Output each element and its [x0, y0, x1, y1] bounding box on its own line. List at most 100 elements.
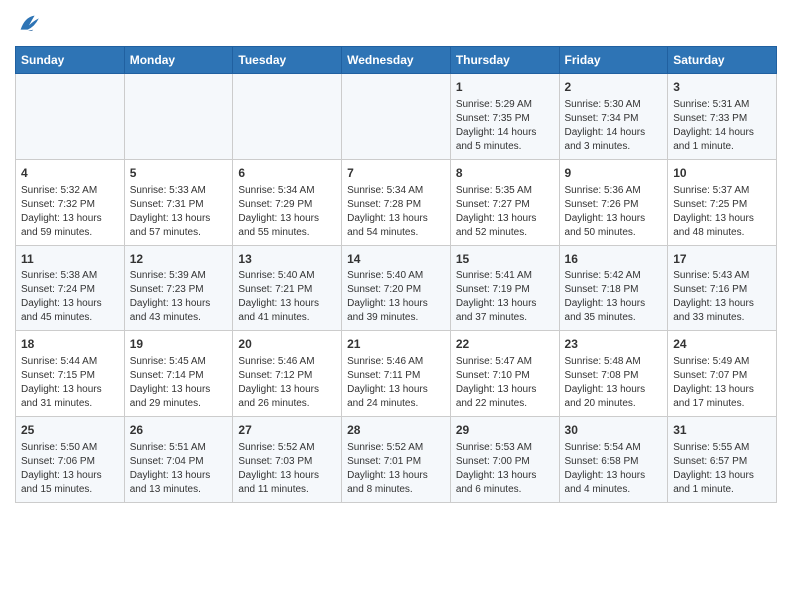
day-info-text: Sunset: 7:29 PM: [238, 198, 336, 212]
day-info-text: Sunset: 7:18 PM: [565, 283, 663, 297]
day-info-text: and 17 minutes.: [673, 397, 771, 411]
day-info-text: Daylight: 13 hours: [565, 212, 663, 226]
day-info-text: Sunset: 7:35 PM: [456, 112, 554, 126]
day-info-text: Sunset: 7:28 PM: [347, 198, 445, 212]
day-info-text: Sunrise: 5:40 AM: [347, 269, 445, 283]
day-number: 29: [456, 422, 554, 439]
day-info-text: Sunrise: 5:52 AM: [347, 441, 445, 455]
column-header-wednesday: Wednesday: [342, 47, 451, 74]
calendar-cell: [233, 74, 342, 160]
day-info-text: Sunset: 7:21 PM: [238, 283, 336, 297]
day-info-text: Daylight: 13 hours: [456, 469, 554, 483]
day-info-text: Sunrise: 5:44 AM: [21, 355, 119, 369]
calendar-cell: 27Sunrise: 5:52 AMSunset: 7:03 PMDayligh…: [233, 417, 342, 503]
day-info-text: Daylight: 13 hours: [21, 212, 119, 226]
day-info-text: Daylight: 13 hours: [347, 212, 445, 226]
day-info-text: and 50 minutes.: [565, 226, 663, 240]
day-info-text: and 55 minutes.: [238, 226, 336, 240]
day-info-text: and 15 minutes.: [21, 483, 119, 497]
column-header-tuesday: Tuesday: [233, 47, 342, 74]
day-info-text: Sunset: 7:10 PM: [456, 369, 554, 383]
day-info-text: and 22 minutes.: [456, 397, 554, 411]
day-info-text: Daylight: 13 hours: [130, 297, 228, 311]
day-info-text: Sunset: 7:11 PM: [347, 369, 445, 383]
day-info-text: Daylight: 13 hours: [347, 297, 445, 311]
day-info-text: Sunrise: 5:46 AM: [238, 355, 336, 369]
day-number: 21: [347, 336, 445, 353]
day-info-text: and 37 minutes.: [456, 311, 554, 325]
day-number: 14: [347, 251, 445, 268]
day-info-text: Sunrise: 5:40 AM: [238, 269, 336, 283]
day-info-text: Daylight: 14 hours: [456, 126, 554, 140]
day-info-text: and 4 minutes.: [565, 483, 663, 497]
day-number: 12: [130, 251, 228, 268]
day-info-text: and 41 minutes.: [238, 311, 336, 325]
day-number: 3: [673, 79, 771, 96]
calendar-cell: 9Sunrise: 5:36 AMSunset: 7:26 PMDaylight…: [559, 159, 668, 245]
day-info-text: and 29 minutes.: [130, 397, 228, 411]
calendar-cell: 24Sunrise: 5:49 AMSunset: 7:07 PMDayligh…: [668, 331, 777, 417]
day-info-text: Daylight: 13 hours: [238, 212, 336, 226]
day-info-text: and 11 minutes.: [238, 483, 336, 497]
day-info-text: Sunset: 7:26 PM: [565, 198, 663, 212]
day-info-text: Daylight: 13 hours: [456, 297, 554, 311]
day-number: 17: [673, 251, 771, 268]
day-number: 16: [565, 251, 663, 268]
day-info-text: Sunset: 7:16 PM: [673, 283, 771, 297]
day-number: 18: [21, 336, 119, 353]
day-info-text: Sunrise: 5:36 AM: [565, 184, 663, 198]
calendar-cell: 2Sunrise: 5:30 AMSunset: 7:34 PMDaylight…: [559, 74, 668, 160]
day-info-text: and 39 minutes.: [347, 311, 445, 325]
day-info-text: Sunset: 6:58 PM: [565, 455, 663, 469]
day-info-text: Sunset: 7:15 PM: [21, 369, 119, 383]
day-number: 6: [238, 165, 336, 182]
day-info-text: Sunset: 7:01 PM: [347, 455, 445, 469]
day-info-text: Daylight: 13 hours: [456, 212, 554, 226]
day-number: 5: [130, 165, 228, 182]
day-info-text: and 6 minutes.: [456, 483, 554, 497]
calendar-cell: [16, 74, 125, 160]
day-number: 10: [673, 165, 771, 182]
calendar-cell: 17Sunrise: 5:43 AMSunset: 7:16 PMDayligh…: [668, 245, 777, 331]
day-info-text: Sunrise: 5:35 AM: [456, 184, 554, 198]
calendar-week-row: 11Sunrise: 5:38 AMSunset: 7:24 PMDayligh…: [16, 245, 777, 331]
day-info-text: Daylight: 13 hours: [456, 383, 554, 397]
day-info-text: Sunrise: 5:51 AM: [130, 441, 228, 455]
day-info-text: Sunrise: 5:50 AM: [21, 441, 119, 455]
day-info-text: Sunrise: 5:46 AM: [347, 355, 445, 369]
day-info-text: and 59 minutes.: [21, 226, 119, 240]
calendar-table: SundayMondayTuesdayWednesdayThursdayFrid…: [15, 46, 777, 503]
day-info-text: Sunset: 7:06 PM: [21, 455, 119, 469]
calendar-cell: 23Sunrise: 5:48 AMSunset: 7:08 PMDayligh…: [559, 331, 668, 417]
day-info-text: Daylight: 13 hours: [130, 212, 228, 226]
day-info-text: Daylight: 14 hours: [673, 126, 771, 140]
calendar-cell: 31Sunrise: 5:55 AMSunset: 6:57 PMDayligh…: [668, 417, 777, 503]
day-info-text: Daylight: 13 hours: [130, 469, 228, 483]
day-info-text: Sunrise: 5:52 AM: [238, 441, 336, 455]
day-info-text: and 52 minutes.: [456, 226, 554, 240]
day-info-text: Sunset: 7:19 PM: [456, 283, 554, 297]
day-info-text: Daylight: 13 hours: [21, 297, 119, 311]
calendar-cell: 1Sunrise: 5:29 AMSunset: 7:35 PMDaylight…: [450, 74, 559, 160]
calendar-cell: 3Sunrise: 5:31 AMSunset: 7:33 PMDaylight…: [668, 74, 777, 160]
day-number: 30: [565, 422, 663, 439]
calendar-cell: 10Sunrise: 5:37 AMSunset: 7:25 PMDayligh…: [668, 159, 777, 245]
column-header-monday: Monday: [124, 47, 233, 74]
day-info-text: Daylight: 13 hours: [565, 469, 663, 483]
day-info-text: and 35 minutes.: [565, 311, 663, 325]
day-info-text: and 48 minutes.: [673, 226, 771, 240]
day-info-text: and 24 minutes.: [347, 397, 445, 411]
day-info-text: Sunrise: 5:48 AM: [565, 355, 663, 369]
day-info-text: and 33 minutes.: [673, 311, 771, 325]
day-info-text: Sunrise: 5:54 AM: [565, 441, 663, 455]
calendar-cell: 8Sunrise: 5:35 AMSunset: 7:27 PMDaylight…: [450, 159, 559, 245]
calendar-cell: 18Sunrise: 5:44 AMSunset: 7:15 PMDayligh…: [16, 331, 125, 417]
day-info-text: Sunset: 7:32 PM: [21, 198, 119, 212]
day-info-text: and 54 minutes.: [347, 226, 445, 240]
day-number: 11: [21, 251, 119, 268]
day-info-text: Sunset: 7:25 PM: [673, 198, 771, 212]
day-info-text: and 45 minutes.: [21, 311, 119, 325]
day-number: 24: [673, 336, 771, 353]
day-info-text: Sunrise: 5:32 AM: [21, 184, 119, 198]
day-info-text: Daylight: 13 hours: [347, 383, 445, 397]
